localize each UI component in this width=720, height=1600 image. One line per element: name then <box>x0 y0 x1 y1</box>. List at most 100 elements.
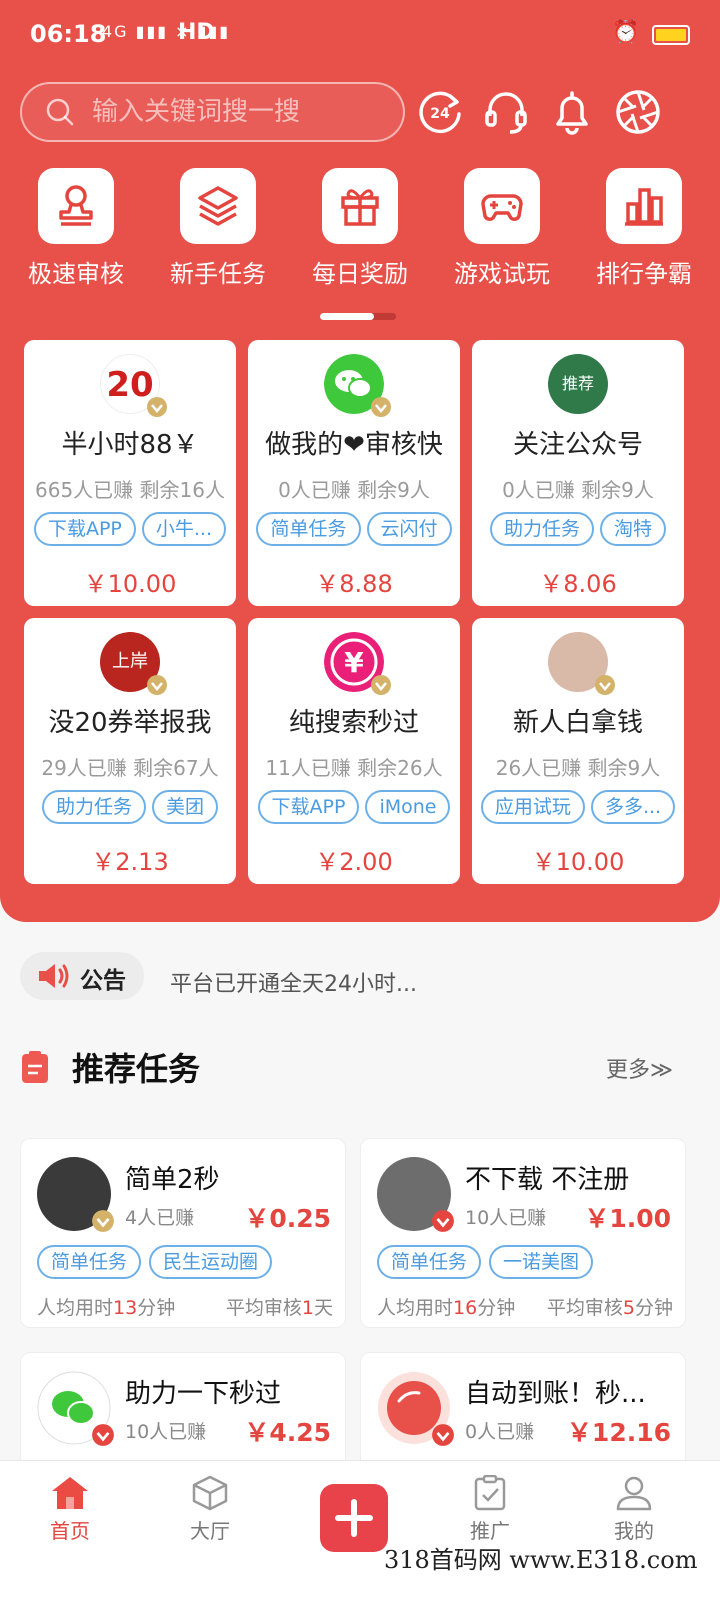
network-label: HD <box>178 20 215 45</box>
task-tags: 简单任务 民生运动圈 <box>37 1245 273 1279</box>
more-link[interactable]: 更多≫ <box>606 1052 673 1084</box>
task-title: 关注公众号 <box>512 430 643 460</box>
task-earned: 10人已赚 <box>465 1207 547 1229</box>
plus-icon <box>335 1499 373 1537</box>
task-avatar: 推荐 <box>548 354 608 414</box>
verified-badge-icon <box>371 675 391 695</box>
task-stats: 0人已赚 剩余9人 <box>502 478 654 502</box>
quick-action-newbie-task[interactable]: 新手任务 <box>158 168 278 289</box>
notice-text[interactable]: 平台已开通全天24小时... <box>170 966 417 998</box>
featured-card[interactable]: 做我的❤审核快 0人已赚 剩余9人 简单任务 云闪付 ￥8.88 <box>248 340 460 606</box>
verified-badge-icon <box>432 1424 454 1446</box>
headset-icon[interactable] <box>482 88 530 136</box>
alarm-icon: ⏰ <box>612 20 640 45</box>
task-tag: 助力任务 <box>41 790 146 824</box>
gamepad-icon <box>464 168 540 244</box>
aperture-icon[interactable] <box>614 88 662 136</box>
task-tag: 云闪付 <box>366 512 452 546</box>
task-tag: 简单任务 <box>256 512 361 546</box>
home-icon <box>52 1477 88 1509</box>
featured-card[interactable]: 上岸 没20券举报我 29人已赚 剩余67人 助力任务 美团 ￥2.13 <box>24 618 236 884</box>
layers-icon <box>180 168 256 244</box>
bell-icon[interactable] <box>548 88 596 136</box>
search-input[interactable] <box>92 92 392 132</box>
status-time: 06:18 <box>30 20 107 48</box>
task-tag: 小牛... <box>141 512 227 546</box>
featured-card[interactable]: 20 半小时88￥ 665人已赚 剩余16人 下载APP 小牛... ￥10.0… <box>24 340 236 606</box>
verified-badge-icon <box>147 675 167 695</box>
recommended-card[interactable]: 不下载 不注册 10人已赚 ￥1.00 简单任务 一诺美图 人均用时16分钟 平… <box>360 1138 686 1328</box>
search-bar[interactable] <box>20 82 405 142</box>
task-title: 助力一下秒过 <box>125 1379 282 1409</box>
tab-mine[interactable]: 我的 <box>584 1475 684 1544</box>
notice-label: 公告 <box>80 968 126 994</box>
task-price: ￥1.00 <box>584 1204 671 1233</box>
task-earned: 4人已赚 <box>125 1207 195 1229</box>
task-tags: 助力任务 淘特 <box>476 512 680 546</box>
gift-icon <box>322 168 398 244</box>
clipboard-check-icon <box>474 1475 506 1511</box>
task-earned: 0人已赚 <box>465 1421 535 1443</box>
verified-badge-icon <box>371 397 391 417</box>
task-stats: 29人已赚 剩余67人 <box>41 756 219 780</box>
task-stats: 26人已赚 剩余9人 <box>495 756 661 780</box>
task-tag: iMone <box>365 790 451 824</box>
task-earned: 10人已赚 <box>125 1421 207 1443</box>
svg-text:24: 24 <box>430 106 450 122</box>
task-title: 做我的❤审核快 <box>265 430 443 460</box>
task-tag: 下载APP <box>257 790 360 824</box>
clipboard-list-icon <box>22 1051 48 1083</box>
verified-badge-icon <box>432 1210 454 1232</box>
task-tags: 简单任务 云闪付 <box>252 512 456 546</box>
task-price: ￥0.25 <box>244 1204 331 1233</box>
user-icon <box>616 1476 652 1511</box>
avg-time: 人均用时13分钟 <box>37 1297 176 1319</box>
quick-action-label: 每日奖励 <box>312 260 408 288</box>
quick-action-game-trial[interactable]: 游戏试玩 <box>442 168 562 289</box>
battery-icon <box>652 25 690 45</box>
task-price: ￥2.13 <box>91 848 169 876</box>
verified-badge-icon <box>92 1210 114 1232</box>
recommended-card[interactable]: 自动到账！秒... 0人已赚 ￥12.16 <box>360 1352 686 1472</box>
section-title: 推荐任务 <box>72 1050 201 1088</box>
task-price: ￥10.00 <box>83 570 177 598</box>
featured-card[interactable]: ¥ 纯搜索秒过 11人已赚 剩余26人 下载APP iMone ￥2.00 <box>248 618 460 884</box>
task-price: ￥2.00 <box>315 848 393 876</box>
notice-badge[interactable]: 公告 <box>20 952 144 1000</box>
add-button[interactable] <box>320 1484 388 1552</box>
page-indicator <box>320 313 396 320</box>
task-price: ￥4.25 <box>244 1418 331 1447</box>
quick-action-daily-reward[interactable]: 每日奖励 <box>300 168 420 289</box>
quick-action-label: 排行争霸 <box>596 260 692 288</box>
verified-badge-icon <box>147 397 167 417</box>
task-tag: 应用试玩 <box>480 790 585 824</box>
featured-card[interactable]: 推荐 关注公众号 0人已赚 剩余9人 助力任务 淘特 ￥8.06 <box>472 340 684 606</box>
tab-home[interactable]: 首页 <box>20 1475 120 1544</box>
task-tags: 简单任务 一诺美图 <box>377 1245 594 1279</box>
task-price: ￥8.06 <box>539 570 617 598</box>
recommended-card[interactable]: 助力一下秒过 10人已赚 ￥4.25 <box>20 1352 346 1472</box>
verified-badge-icon <box>92 1424 114 1446</box>
quick-action-fast-review[interactable]: 极速审核 <box>16 168 136 289</box>
quick-action-leaderboard[interactable]: 排行争霸 <box>584 168 704 289</box>
task-title: 不下载 不注册 <box>465 1165 630 1195</box>
avg-review: 平均审核1天 <box>225 1297 333 1319</box>
task-tag: 简单任务 <box>37 1245 142 1279</box>
task-tag: 多多... <box>590 790 676 824</box>
recommended-card[interactable]: 简单2秒 4人已赚 ￥0.25 简单任务 民生运动圈 人均用时13分钟 平均审核… <box>20 1138 346 1328</box>
tab-hall[interactable]: 大厅 <box>160 1475 260 1544</box>
featured-card[interactable]: 新人白拿钱 26人已赚 剩余9人 应用试玩 多多... ￥10.00 <box>472 618 684 884</box>
task-tag: 助力任务 <box>489 512 594 546</box>
task-tags: 下载APP iMone <box>252 790 456 824</box>
tab-promote[interactable]: 推广 <box>440 1475 540 1544</box>
24h-service-icon[interactable]: 24 <box>416 88 464 136</box>
task-tag: 下载APP <box>33 512 136 546</box>
task-tag: 简单任务 <box>377 1245 482 1279</box>
svg-text:¥: ¥ <box>344 646 364 679</box>
task-meta: 人均用时13分钟 平均审核1天 <box>37 1293 333 1320</box>
task-tag: 一诺美图 <box>489 1245 594 1279</box>
bar-chart-icon <box>606 168 682 244</box>
quick-action-label: 极速审核 <box>28 260 124 288</box>
task-stats: 0人已赚 剩余9人 <box>278 478 430 502</box>
status-bar: 06:18 4G ▮▮▮ × ▮▮▮ HD ⏰ <box>0 0 720 72</box>
